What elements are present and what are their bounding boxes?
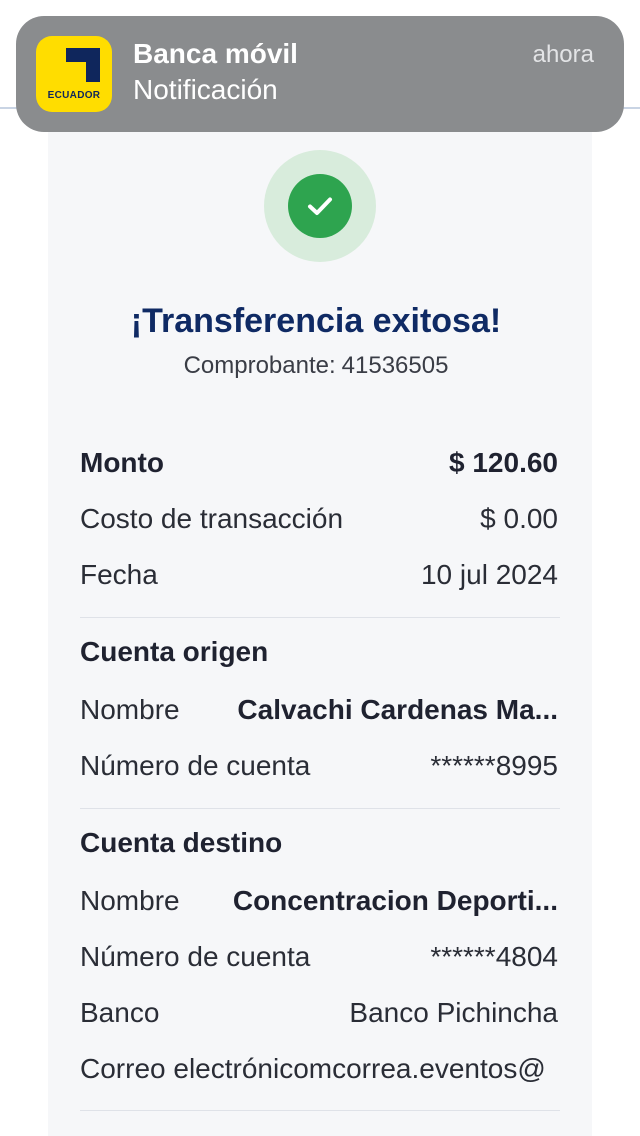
notification-app-name: Banca móvil [133,38,298,69]
voucher-line: Comprobante: 41536505 [48,352,584,380]
destination-email-value: mcorrea.eventos@ [308,1053,546,1084]
destination-heading: Cuenta destino [80,827,283,858]
amount-value: $ 120.60 [449,447,558,478]
transfer-receipt-screen: ECUADOR Banca móvil Notificación ahora ¡… [0,0,640,1136]
app-icon-label: ECUADOR [47,90,101,101]
destination-account-label: Número de cuenta [80,941,311,972]
origin-name-value: Calvachi Cardenas Ma... [237,694,558,725]
destination-email-label: Correo electrónico [80,1053,309,1084]
section-divider [80,808,560,809]
origin-heading: Cuenta origen [80,636,269,667]
destination-account-value: ******4804 [430,941,558,972]
origin-account-label: Número de cuenta [80,750,311,781]
fee-row: Costo de transacción $ 0.00 [80,499,558,539]
destination-bank-label: Banco [80,997,160,1028]
origin-account-row: Número de cuenta ******8995 [80,746,558,786]
bank-app-icon: ECUADOR [36,36,112,112]
origin-name-label: Nombre [80,694,180,725]
origin-name-row: Nombre Calvachi Cardenas Ma... [80,690,558,730]
voucher-number: 41536505 [341,352,449,379]
success-title: ¡Transferencia exitosa! [130,302,502,340]
destination-email-row: Correo electrónicomcorrea.eventos@ [80,1049,592,1089]
success-badge [264,150,376,262]
destination-name-label: Nombre [80,885,180,916]
section-divider [80,617,560,618]
section-divider [80,1110,560,1111]
fee-label: Costo de transacción [80,503,344,534]
check-icon [308,197,332,215]
amount-row: Monto $ 120.60 [80,443,558,483]
notification-time: ahora [532,41,594,68]
destination-bank-value: Banco Pichincha [349,997,558,1028]
success-circle [288,174,352,238]
destination-name-value: Concentracion Deporti... [232,885,558,916]
destination-bank-row: Banco Banco Pichincha [80,993,558,1033]
destination-name-row: Nombre Concentracion Deporti... [80,881,558,921]
bank-logo-icon [66,48,100,82]
push-notification-banner[interactable]: ECUADOR Banca móvil Notificación ahora [16,16,624,132]
voucher-label: Comprobante: [183,352,336,379]
date-value: 10 jul 2024 [420,559,558,590]
destination-account-row: Número de cuenta ******4804 [80,937,558,977]
origin-account-value: ******8995 [430,750,558,781]
date-label: Fecha [80,559,158,590]
date-row: Fecha 10 jul 2024 [80,555,558,595]
notification-body: Notificación [133,74,278,105]
amount-label: Monto [80,447,164,478]
fee-value: $ 0.00 [480,503,558,534]
